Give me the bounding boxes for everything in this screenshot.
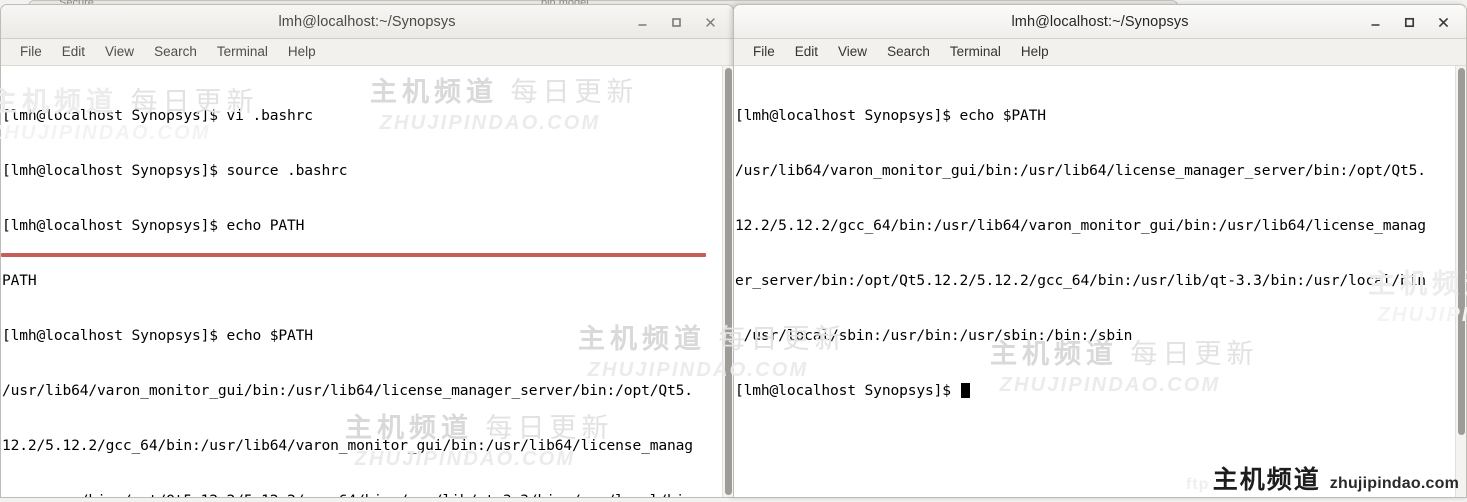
titlebar-left[interactable]: lmh@localhost:~/Synopsys [1,5,733,39]
scrollbar-thumb[interactable] [1458,68,1465,435]
terminal-cursor [960,382,970,398]
menu-item-search[interactable]: Search [877,42,940,62]
terminal-line: /usr/lib64/varon_monitor_gui/bin:/usr/li… [2,381,693,399]
titlebar-right[interactable]: lmh@localhost:~/Synopsys [734,5,1466,39]
menu-item-terminal[interactable]: Terminal [207,42,278,62]
terminal-body-right[interactable]: [lmh@localhost Synopsys]$ echo $PATH /us… [734,66,1466,497]
menu-item-view[interactable]: View [828,42,877,62]
menu-item-terminal[interactable]: Terminal [940,42,1011,62]
menu-item-help[interactable]: Help [278,42,326,62]
minimize-icon[interactable] [633,13,651,31]
terminal-line: 12.2/5.12.2/gcc_64/bin:/usr/lib64/varon_… [735,216,1426,234]
menu-item-edit[interactable]: Edit [785,42,828,62]
window-title-left: lmh@localhost:~/Synopsys [278,13,456,30]
terminal-line: er_server/bin:/opt/Qt5.12.2/5.12.2/gcc_6… [735,271,1426,289]
terminal-line: [lmh@localhost Synopsys]$ echo $PATH [735,106,1046,124]
watermark-badge-en: zhujipindao.com [1329,475,1459,492]
terminal-window-right[interactable]: lmh@localhost:~/Synopsys File Edit View … [733,4,1467,498]
scrollbar-thumb[interactable] [725,68,732,495]
menu-item-file[interactable]: File [743,42,785,62]
scrollbar-right[interactable] [1455,66,1466,497]
terminal-line: 12.2/5.12.2/gcc_64/bin:/usr/lib64/varon_… [2,436,693,454]
terminal-body-left[interactable]: [lmh@localhost Synopsys]$ vi .bashrc [lm… [1,66,733,497]
terminal-line: [lmh@localhost Synopsys]$ source .bashrc [2,161,348,179]
watermark-badge-cn: 主机频道 [1212,466,1321,494]
terminal-output-left[interactable]: [lmh@localhost Synopsys]$ vi .bashrc [lm… [1,66,722,497]
terminal-window-left[interactable]: lmh@localhost:~/Synopsys File Edit View … [0,4,734,498]
close-icon[interactable] [1434,13,1452,31]
watermark-tiny: ftp [1186,476,1210,493]
terminal-line: /usr/lib64/varon_monitor_gui/bin:/usr/li… [735,161,1426,179]
terminal-output-right[interactable]: [lmh@localhost Synopsys]$ echo $PATH /us… [734,66,1455,497]
terminal-line: :/usr/local/sbin:/usr/bin:/usr/sbin:/bin… [735,326,1133,344]
menubar-left[interactable]: File Edit View Search Terminal Help [1,39,733,66]
menu-item-help[interactable]: Help [1011,42,1059,62]
prompt-text: [lmh@localhost Synopsys]$ [735,381,960,399]
terminal-line: [lmh@localhost Synopsys]$ echo PATH [2,216,305,234]
terminal-line: [lmh@localhost Synopsys]$ vi .bashrc [2,106,313,124]
window-controls-right [1366,5,1458,39]
menu-item-edit[interactable]: Edit [52,42,95,62]
menubar-right[interactable]: File Edit View Search Terminal Help [734,39,1466,66]
desktop-screenshot: Secure bin model lmh@localhost:~/Synopsy… [0,0,1467,502]
terminal-line: PATH [2,271,37,289]
window-controls-left [633,5,725,39]
maximize-icon[interactable] [667,13,685,31]
watermark-badge: 主机频道 zhujipindao.com [1213,460,1459,496]
annotation-underline [1,253,706,257]
menu-item-file[interactable]: File [10,42,52,62]
menu-item-search[interactable]: Search [144,42,207,62]
menu-item-view[interactable]: View [95,42,144,62]
close-icon[interactable] [701,13,719,31]
scrollbar-left[interactable] [722,66,733,497]
terminal-line: er_server/bin:/opt/Qt5.12.2/5.12.2/gcc_6… [2,492,722,497]
maximize-icon[interactable] [1400,13,1418,31]
window-title-right: lmh@localhost:~/Synopsys [1011,13,1189,30]
terminal-prompt-line: [lmh@localhost Synopsys]$ [735,382,1455,400]
terminal-line: [lmh@localhost Synopsys]$ echo $PATH [2,326,313,344]
minimize-icon[interactable] [1366,13,1384,31]
